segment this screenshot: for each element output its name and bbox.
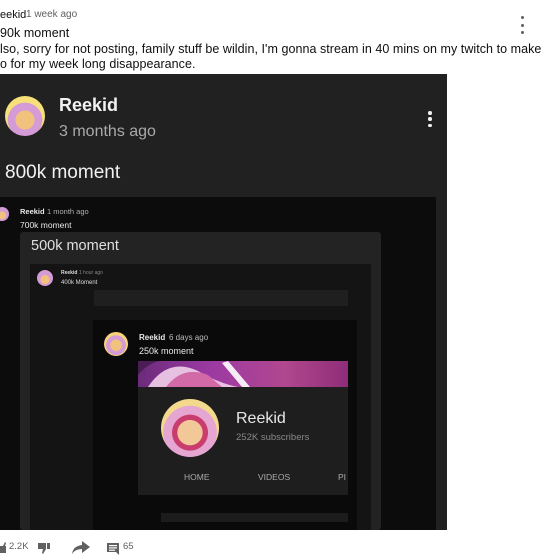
share-icon[interactable]: [72, 541, 90, 554]
channel-tab-home: HOME: [184, 472, 210, 482]
channel-banner: [138, 361, 348, 387]
channel-subscribers: 252K subscribers: [236, 432, 310, 443]
embed-more-icon: [428, 111, 432, 127]
divider: [94, 290, 348, 306]
post-text-line-2: lso, sorry for not posting, family stuff…: [0, 42, 542, 56]
post-text-line-3: o for my week long disappearance.: [0, 57, 196, 71]
nested-text-4: 250k moment: [139, 346, 194, 356]
dislike-icon[interactable]: [38, 543, 50, 554]
banner-art: [138, 361, 250, 387]
post-author[interactable]: eekid: [0, 9, 26, 21]
like-icon[interactable]: [0, 542, 6, 553]
avatar: [5, 96, 45, 136]
post-text-line-1: 90k moment: [0, 26, 70, 40]
nested-title-2: 500k moment: [31, 238, 119, 254]
more-options-icon[interactable]: [516, 16, 528, 34]
channel-tab-videos: VIDEOS: [258, 472, 291, 482]
avatar: [37, 270, 53, 286]
post-time[interactable]: 1 week ago: [26, 9, 77, 20]
nested-text-3: 400k Moment: [61, 280, 98, 286]
channel-avatar: [161, 399, 219, 457]
nested-author-4: Reekid: [139, 333, 166, 342]
nested-time-1: 1 month ago: [47, 207, 89, 216]
nested-author-1: Reekid: [20, 207, 45, 216]
divider: [161, 513, 348, 522]
nested-text-1: 700k moment: [20, 220, 72, 230]
nested-time-3: 1 hour ago: [79, 270, 103, 276]
avatar: [104, 332, 128, 356]
channel-name: Reekid: [236, 410, 286, 427]
nested-time-4: 6 days ago: [169, 333, 209, 342]
embed-time: 3 months ago: [59, 123, 156, 140]
comment-icon[interactable]: [107, 543, 119, 555]
embed-author: Reekid: [59, 95, 119, 115]
comment-count[interactable]: 65: [123, 541, 134, 552]
channel-tab-playlists: PI: [338, 472, 347, 482]
like-count: 2.2K: [9, 541, 29, 552]
nested-author-3: Reekid: [61, 270, 78, 276]
embed-title: 800k moment: [5, 162, 121, 183]
